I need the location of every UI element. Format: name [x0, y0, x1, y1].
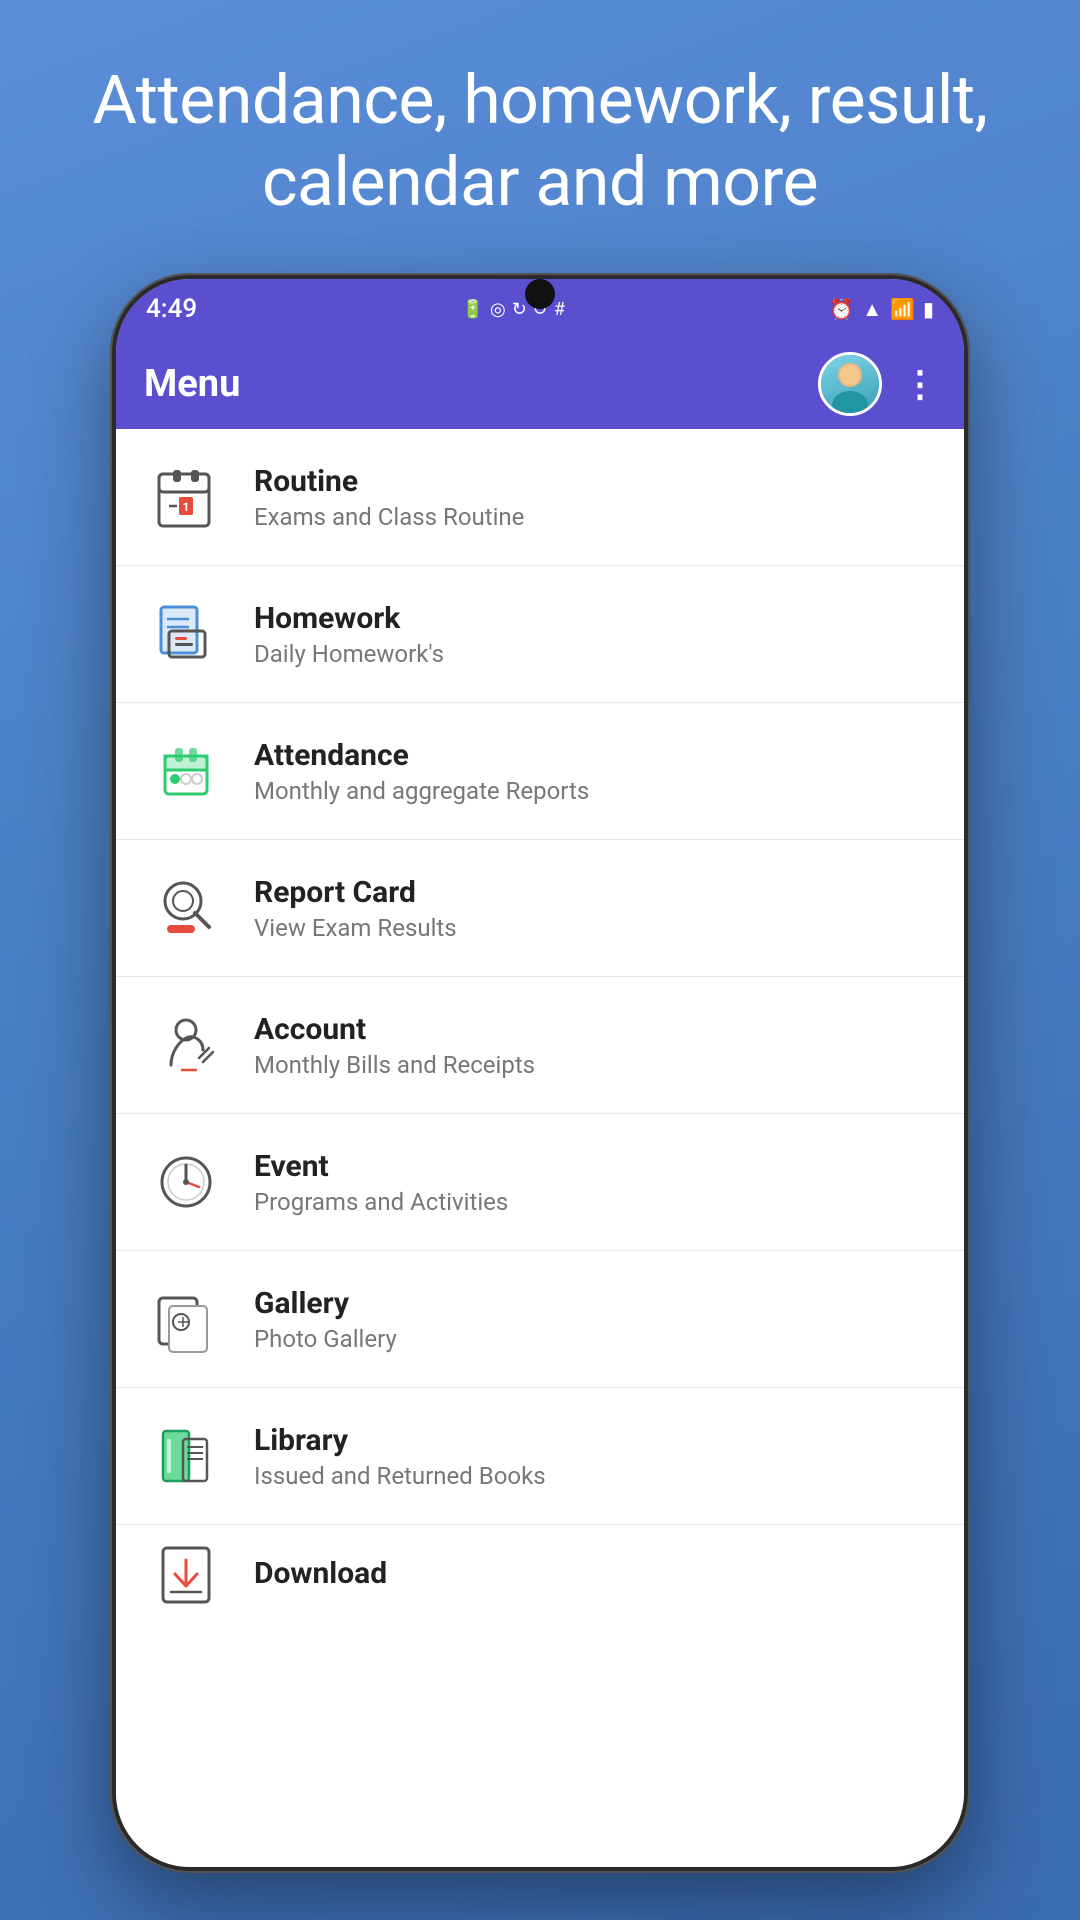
- menu-item-attendance[interactable]: Attendance Monthly and aggregate Reports: [116, 703, 964, 840]
- library-text: Library Issued and Returned Books: [254, 1423, 546, 1490]
- attendance-subtitle: Monthly and aggregate Reports: [254, 777, 589, 805]
- account-text: Account Monthly Bills and Receipts: [254, 1012, 535, 1079]
- status-time: 4:49: [146, 294, 197, 324]
- camera-notch: [525, 279, 555, 309]
- menu-item-homework[interactable]: Homework Daily Homework's: [116, 566, 964, 703]
- app-title: Menu: [144, 362, 240, 406]
- gallery-subtitle: Photo Gallery: [254, 1325, 397, 1353]
- event-text: Event Programs and Activities: [254, 1149, 508, 1216]
- signal-icon: 📶: [890, 297, 915, 321]
- headline: Attendance, homework, result, calendar a…: [0, 0, 1080, 273]
- gallery-title: Gallery: [254, 1286, 397, 1321]
- menu-item-routine[interactable]: 1 Routine Exams and Class Routine: [116, 429, 964, 566]
- gallery-text: Gallery Photo Gallery: [254, 1286, 397, 1353]
- routine-title: Routine: [254, 464, 524, 499]
- alarm-icon: ⏰: [829, 297, 854, 321]
- avatar[interactable]: [818, 352, 882, 416]
- phone-frame: 4:49 🔋 ◎ ↻ ↺ # ⏰ ▲ 📶 ▮ Menu: [110, 273, 970, 1873]
- homework-text: Homework Daily Homework's: [254, 601, 444, 668]
- battery-icon: 🔋: [462, 299, 484, 320]
- download-icon: [146, 1535, 226, 1615]
- gallery-icon: [146, 1279, 226, 1359]
- status-right-icons: ⏰ ▲ 📶 ▮: [829, 297, 934, 322]
- library-title: Library: [254, 1423, 546, 1458]
- event-title: Event: [254, 1149, 508, 1184]
- svg-text:1: 1: [183, 500, 190, 514]
- phone-screen: 4:49 🔋 ◎ ↻ ↺ # ⏰ ▲ 📶 ▮ Menu: [116, 279, 964, 1867]
- download-title: Download: [254, 1556, 387, 1591]
- routine-subtitle: Exams and Class Routine: [254, 503, 524, 531]
- more-options-button[interactable]: ⋮: [902, 363, 936, 405]
- account-icon: [146, 1005, 226, 1085]
- menu-item-gallery[interactable]: Gallery Photo Gallery: [116, 1251, 964, 1388]
- slack-icon: #: [554, 299, 565, 320]
- report-card-icon: [146, 868, 226, 948]
- report-card-text: Report Card View Exam Results: [254, 875, 457, 942]
- attendance-icon: [146, 731, 226, 811]
- event-subtitle: Programs and Activities: [254, 1188, 508, 1216]
- menu-item-event[interactable]: Event Programs and Activities: [116, 1114, 964, 1251]
- menu-item-account[interactable]: Account Monthly Bills and Receipts: [116, 977, 964, 1114]
- library-subtitle: Issued and Returned Books: [254, 1462, 546, 1490]
- notification-icon: ◎: [490, 299, 506, 320]
- account-title: Account: [254, 1012, 535, 1047]
- menu-item-report-card[interactable]: Report Card View Exam Results: [116, 840, 964, 977]
- account-subtitle: Monthly Bills and Receipts: [254, 1051, 535, 1079]
- report-card-subtitle: View Exam Results: [254, 914, 457, 942]
- wifi-icon: ▲: [862, 297, 882, 322]
- download-text: Download: [254, 1556, 387, 1595]
- routine-icon: 1: [146, 457, 226, 537]
- menu-item-library[interactable]: Library Issued and Returned Books: [116, 1388, 964, 1525]
- report-card-title: Report Card: [254, 875, 457, 910]
- homework-title: Homework: [254, 601, 444, 636]
- header-right: ⋮: [818, 352, 936, 416]
- attendance-text: Attendance Monthly and aggregate Reports: [254, 738, 589, 805]
- attendance-title: Attendance: [254, 738, 589, 773]
- app-header: Menu ⋮: [116, 339, 964, 429]
- menu-list: 1 Routine Exams and Class Routine: [116, 429, 964, 1867]
- homework-icon: [146, 594, 226, 674]
- library-icon: [146, 1416, 226, 1496]
- battery-status-icon: ▮: [923, 297, 934, 321]
- routine-text: Routine Exams and Class Routine: [254, 464, 524, 531]
- event-icon: [146, 1142, 226, 1222]
- menu-item-download[interactable]: Download: [116, 1525, 964, 1625]
- homework-subtitle: Daily Homework's: [254, 640, 444, 668]
- sync-icon: ↻: [512, 299, 527, 320]
